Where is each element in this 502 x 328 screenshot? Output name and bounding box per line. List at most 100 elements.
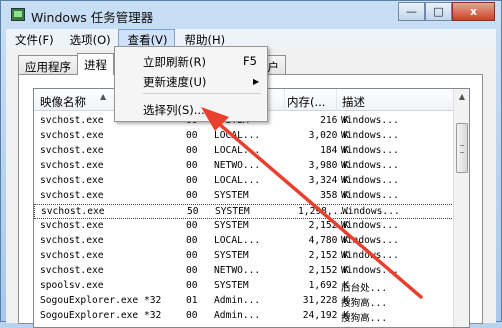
task-manager-window: Windows 任务管理器 — □ x 文件(F) 选项(O) 查看(V) 帮助… <box>0 0 502 328</box>
cell-description: 后台处... <box>341 283 388 294</box>
column-divider[interactable] <box>336 89 337 111</box>
close-button[interactable]: x <box>452 2 495 21</box>
table-row[interactable]: svchost.exe 00 NETWO... 3,980 K Windows... <box>34 159 454 174</box>
cell-image-name: svchost.exe <box>40 115 104 126</box>
view-menu-dropdown: 立即刷新(R) F5 更新速度(U) ▶ 选择列(S)... <box>114 46 268 122</box>
column-divider[interactable] <box>284 89 285 111</box>
cell-description: 搜狗高... <box>341 298 388 309</box>
vertical-scrollbar[interactable]: ▲ <box>453 89 469 327</box>
cell-user: Admin... <box>214 310 261 321</box>
cell-image-name: svchost.exe <box>40 250 104 261</box>
menu-item-shortcut: F5 <box>243 54 257 68</box>
minimize-button[interactable]: — <box>398 2 425 21</box>
column-header-image-name[interactable]: 映像名称 <box>40 94 86 110</box>
cell-memory: 4,780 K <box>308 235 349 246</box>
cell-memory: 24,192 K <box>302 310 349 321</box>
sort-up-icon: ▲ <box>100 92 107 101</box>
cell-cpu: 00 <box>186 265 198 276</box>
menu-item-update-speed[interactable]: 更新速度(U) ▶ <box>117 71 265 91</box>
process-list[interactable]: 映像名称 ▲ 内存(... 描述 svchost.exe 00 SYSTEM 216 … <box>33 88 470 328</box>
cell-image-name: svchost.exe <box>40 265 104 276</box>
cell-user: NETWO... <box>214 160 261 171</box>
cell-cpu: 00 <box>186 175 198 186</box>
table-row[interactable]: svchost.exe 00 SYSTEM 358 K Windows... <box>34 189 454 204</box>
cell-cpu: 00 <box>186 190 198 201</box>
cell-image-name: svchost.exe <box>41 206 105 217</box>
table-row[interactable]: svchost.exe 00 NETWO... 2,152 K Windows... <box>34 264 454 279</box>
cell-description: Windows... <box>341 130 399 141</box>
menu-separator <box>143 93 261 94</box>
title-bar[interactable]: Windows 任务管理器 — □ x <box>1 1 501 29</box>
cell-user: SYSTEM <box>214 220 249 231</box>
submenu-arrow-icon: ▶ <box>253 77 260 86</box>
cell-image-name: svchost.exe <box>40 175 104 186</box>
cell-cpu: 00 <box>186 280 198 291</box>
cell-memory: 216 K <box>320 115 349 126</box>
cell-memory: 31,228 K <box>302 295 349 306</box>
cell-user: SYSTEM <box>214 190 249 201</box>
menu-item-select-columns[interactable]: 选择列(S)... <box>117 99 265 119</box>
cell-image-name: svchost.exe <box>40 235 104 246</box>
table-row-selected[interactable]: svchost.exe 50 SYSTEM 1,298,... Windows... <box>34 204 454 219</box>
cell-cpu: 00 <box>186 220 198 231</box>
menu-item-label: 选择列(S)... <box>143 103 205 117</box>
menu-file[interactable]: 文件(F) <box>6 29 61 49</box>
maximize-button[interactable]: □ <box>425 2 452 21</box>
cell-user: LOCAL... <box>214 175 261 186</box>
cell-user: LOCAL... <box>214 130 261 141</box>
scroll-up-icon[interactable]: ▲ <box>455 89 469 105</box>
cell-cpu: 50 <box>187 206 199 217</box>
cell-image-name: svchost.exe <box>40 160 104 171</box>
cell-user: SYSTEM <box>214 250 249 261</box>
cell-description: Windows... <box>342 206 400 217</box>
cell-user: Admin... <box>214 295 261 306</box>
cell-memory: 3,324 K <box>308 175 349 186</box>
table-row[interactable]: spoolsv.exe 00 SYSTEM 1,692 K 后台处... <box>34 279 454 294</box>
cell-cpu: 00 <box>186 310 198 321</box>
table-row[interactable]: svchost.exe 00 SYSTEM 2,152 K Windows... <box>34 249 454 264</box>
cell-cpu: 01 <box>186 295 198 306</box>
table-row[interactable]: svchost.exe 00 LOCAL... 184 K Windows... <box>34 144 454 159</box>
cell-cpu: 00 <box>186 160 198 171</box>
cell-user: NETWO... <box>214 265 261 276</box>
table-row[interactable]: svchost.exe 00 SYSTEM 2,152 K Windows... <box>34 219 454 234</box>
cell-user: LOCAL... <box>214 145 261 156</box>
cell-user: SYSTEM <box>214 280 249 291</box>
cell-description: Windows... <box>341 220 399 231</box>
cell-user: LOCAL... <box>214 235 261 246</box>
cell-cpu: 00 <box>186 250 198 261</box>
cell-user: SYSTEM <box>215 206 250 217</box>
menu-item-refresh-now[interactable]: 立即刷新(R) F5 <box>117 51 265 71</box>
cell-description: Windows... <box>341 250 399 261</box>
table-row[interactable]: svchost.exe 00 LOCAL... 3,324 K Windows... <box>34 174 454 189</box>
column-header-memory[interactable]: 内存(... <box>287 94 325 110</box>
cell-memory: 3,020 K <box>308 130 349 141</box>
cell-description: Windows... <box>341 265 399 276</box>
cell-description: Windows... <box>341 190 399 201</box>
table-row[interactable]: svchost.exe 00 LOCAL... 4,780 K Windows... <box>34 234 454 249</box>
table-row[interactable]: svchost.exe 00 LOCAL... 3,020 K Windows... <box>34 129 454 144</box>
cell-description: Windows... <box>341 160 399 171</box>
cell-image-name: SogouExplorer.exe *32 <box>40 310 162 321</box>
cell-memory: 184 K <box>320 145 349 156</box>
cell-description: Windows... <box>341 145 399 156</box>
table-row[interactable]: SogouExplorer.exe *32 01 Admin... 31,228 K搜… <box>34 294 454 309</box>
menu-options[interactable]: 选项(O) <box>61 29 118 49</box>
window-title: Windows 任务管理器 <box>31 10 154 25</box>
cell-memory: 2,152 K <box>308 250 349 261</box>
window-controls: — □ x <box>398 2 495 22</box>
tab-applications[interactable]: 应用程序 <box>18 55 78 75</box>
menu-item-label: 立即刷新(R) <box>143 55 206 69</box>
cell-memory: 1,298,... <box>298 206 350 217</box>
cell-cpu: 00 <box>186 145 198 156</box>
cell-cpu: 00 <box>186 235 198 246</box>
column-header-description[interactable]: 描述 <box>342 94 365 110</box>
cell-image-name: svchost.exe <box>40 220 104 231</box>
cell-memory: 2,152 K <box>308 265 349 276</box>
cell-image-name: spoolsv.exe <box>40 280 104 291</box>
cell-memory: 1,692 K <box>308 280 349 291</box>
scrollbar-thumb[interactable] <box>456 123 468 173</box>
cell-description: Windows... <box>341 235 399 246</box>
tab-processes[interactable]: 进程 <box>77 53 114 75</box>
cell-cpu: 00 <box>186 130 198 141</box>
